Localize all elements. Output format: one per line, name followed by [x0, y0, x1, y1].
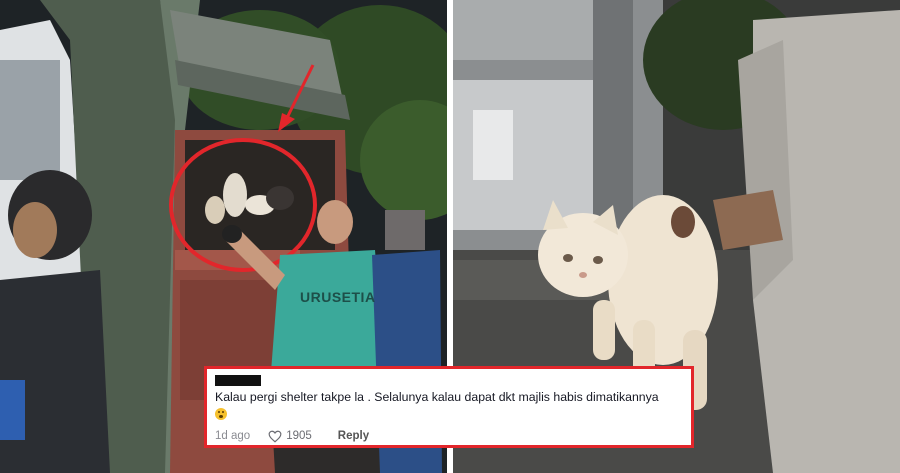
like-button[interactable]: 1905 — [268, 430, 312, 443]
heart-icon — [268, 430, 282, 443]
redacted-username — [215, 375, 261, 386]
like-count: 1905 — [286, 430, 312, 442]
comment-card: Kalau pergi shelter takpe la . Selalunya… — [204, 366, 694, 448]
comment-body: Kalau pergi shelter takpe la . Selalunya… — [215, 390, 659, 404]
flushed-face-icon — [215, 408, 227, 420]
comment-meta: 1d ago 1905 Reply — [215, 429, 369, 443]
comment-text: Kalau pergi shelter takpe la . Selalunya… — [215, 389, 690, 423]
reply-button[interactable]: Reply — [338, 430, 369, 442]
comment-age: 1d ago — [215, 430, 251, 442]
vest-text: URUSETIA — [300, 289, 376, 305]
